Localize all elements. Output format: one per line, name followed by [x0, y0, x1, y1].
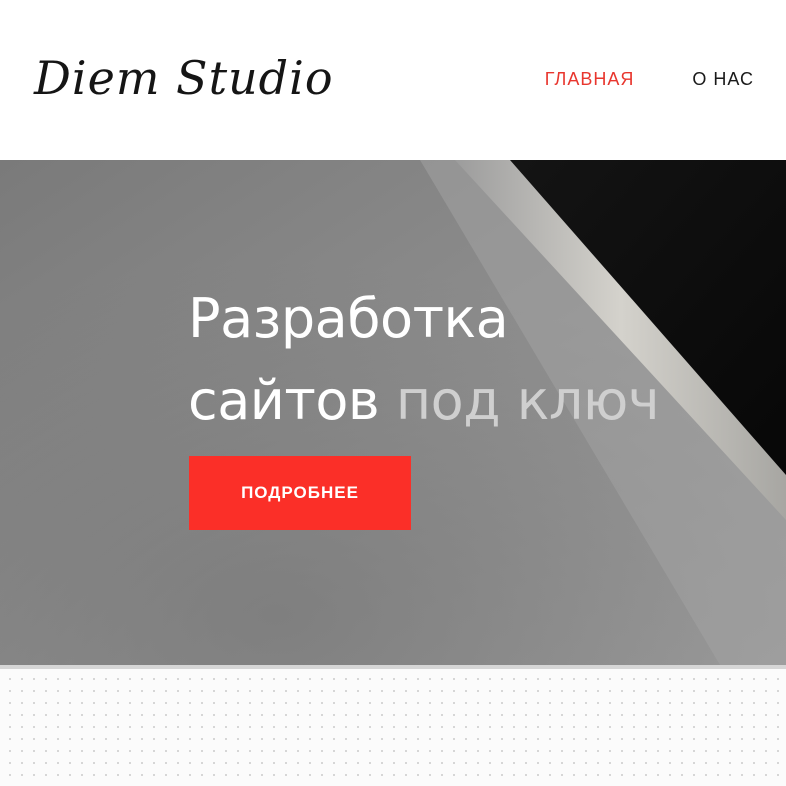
site-header: Diem Studio ГЛАВНАЯ О НАС — [0, 0, 786, 160]
hero-title-line2-main: сайтов — [188, 369, 380, 432]
main-nav: ГЛАВНАЯ О НАС — [545, 68, 754, 90]
hero-title-line1: Разработка — [188, 287, 509, 350]
hero-title-line2-muted: под ключ — [395, 369, 660, 432]
hero-title: Разработка сайтов под ключ — [188, 278, 660, 442]
nav-item-about[interactable]: О НАС — [692, 68, 754, 90]
page: Diem Studio ГЛАВНАЯ О НАС Разработка сай… — [0, 0, 786, 786]
logo[interactable]: Diem Studio — [34, 48, 334, 108]
hero-section: Разработка сайтов под ключ ПОДРОБНЕЕ — [0, 160, 786, 665]
nav-item-home[interactable]: ГЛАВНАЯ — [545, 68, 635, 90]
dotted-pattern-background — [0, 669, 786, 786]
more-button[interactable]: ПОДРОБНЕЕ — [189, 456, 411, 530]
